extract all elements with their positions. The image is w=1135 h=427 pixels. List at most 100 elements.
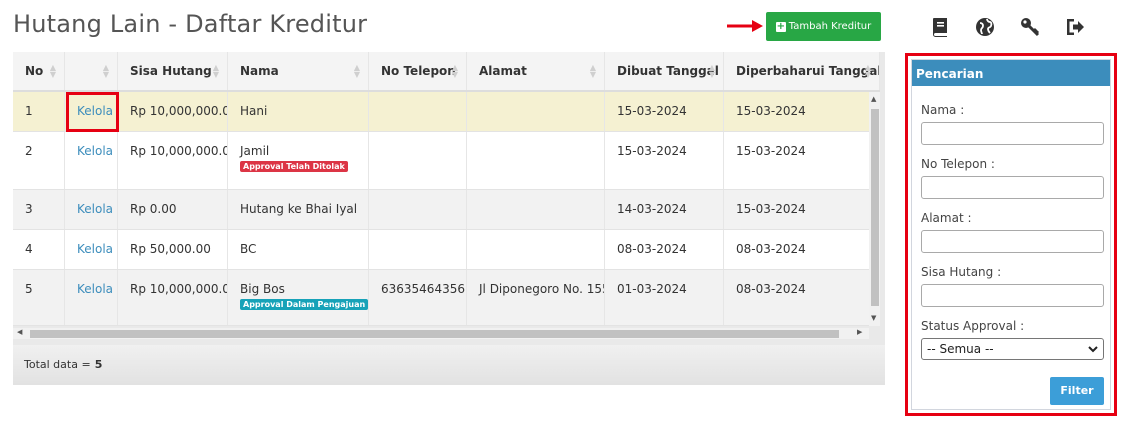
- table-row[interactable]: 5 Kelola Rp 10,000,000.00 Big Bos Approv…: [13, 270, 880, 326]
- cell-sisa-hutang: Rp 10,000,000.00: [118, 132, 228, 189]
- cell-nama: Hani: [228, 92, 369, 131]
- search-panel-title: Pencarian: [912, 60, 1110, 86]
- cell-no: 5: [13, 270, 65, 325]
- cell-no-telepon: 63635464356: [369, 270, 467, 325]
- cell-no-telepon: [369, 132, 467, 189]
- filter-button[interactable]: Filter: [1050, 377, 1104, 405]
- plus-icon: +: [775, 20, 786, 32]
- total-data-count: 5: [94, 358, 103, 371]
- no-telepon-label: No Telepon :: [921, 157, 995, 171]
- sort-icon: ▲ ▼: [451, 63, 458, 79]
- table-row[interactable]: 3 Kelola Rp 0.00 Hutang ke Bhai Iyal 14-…: [13, 190, 880, 230]
- column-header-action[interactable]: ▲ ▼: [65, 52, 118, 90]
- status-badge: Approval Dalam Pengajuan: [240, 299, 368, 310]
- column-header-no[interactable]: No ▲ ▼: [13, 52, 65, 90]
- cell-alamat: [467, 92, 605, 131]
- cell-sisa-hutang: Rp 50,000.00: [118, 230, 228, 269]
- no-telepon-input[interactable]: [921, 176, 1104, 199]
- cell-sisa-hutang: Rp 0.00: [118, 190, 228, 229]
- sort-icon: ▲ ▼: [708, 63, 715, 79]
- kelola-link[interactable]: Kelola: [65, 132, 118, 189]
- page-title: Hutang Lain - Daftar Kreditur: [13, 10, 368, 38]
- sort-icon: ▲ ▼: [589, 63, 596, 79]
- cell-no-telepon: [369, 92, 467, 131]
- status-badge: Approval Telah Ditolak: [240, 161, 348, 172]
- scroll-up-icon[interactable]: ▲: [871, 95, 876, 103]
- scroll-left-icon[interactable]: ◀: [17, 328, 22, 336]
- book-icon[interactable]: [928, 15, 956, 43]
- cell-nama: BC: [228, 230, 369, 269]
- column-header-sisa-hutang[interactable]: Sisa Hutang ▲ ▼: [118, 52, 228, 90]
- column-header-nama[interactable]: Nama ▲ ▼: [228, 52, 369, 90]
- total-data-label: Total data =: [24, 358, 91, 371]
- column-header-diperbaharui-tanggal[interactable]: Diperbaharui Tanggal ▲ ▼: [724, 52, 880, 90]
- kelola-link[interactable]: Kelola: [65, 270, 118, 325]
- search-panel: Pencarian Nama : No Telepon : Alamat : S…: [911, 59, 1111, 410]
- chevron-down-icon: [1088, 346, 1098, 353]
- add-kreditur-button[interactable]: + Tambah Kreditur: [766, 12, 881, 41]
- vertical-scrollbar[interactable]: ▲ ▼: [869, 92, 880, 326]
- cell-dibuat-tanggal: 01-03-2024: [605, 270, 724, 325]
- alamat-label: Alamat :: [921, 211, 972, 225]
- cell-dibuat-tanggal: 08-03-2024: [605, 230, 724, 269]
- vertical-scroll-thumb[interactable]: [871, 109, 879, 306]
- cell-nama: Big Bos Approval Dalam Pengajuan: [228, 270, 369, 325]
- cell-no: 1: [13, 92, 65, 131]
- kreditur-table-container: No ▲ ▼ ▲ ▼ Sisa Hutang ▲ ▼ Nama ▲ ▼ No Telepon ▲…: [13, 52, 885, 385]
- pointer-arrow-icon: [727, 20, 763, 32]
- nama-text: Big Bos: [240, 282, 285, 296]
- key-icon[interactable]: [1018, 15, 1046, 43]
- status-approval-value: -- Semua --: [927, 342, 994, 356]
- page: Hutang Lain - Daftar Kreditur + Tambah K…: [0, 0, 1135, 427]
- kelola-highlight-box: [66, 92, 119, 132]
- cell-dibuat-tanggal: 14-03-2024: [605, 190, 724, 229]
- cell-no: 3: [13, 190, 65, 229]
- globe-icon[interactable]: [973, 15, 1001, 43]
- column-header-no-telepon[interactable]: No Telepon ▲ ▼: [369, 52, 467, 90]
- cell-diperbaharui-tanggal: 15-03-2024: [724, 92, 880, 131]
- kelola-link[interactable]: Kelola: [65, 230, 118, 269]
- cell-alamat: [467, 132, 605, 189]
- cell-no-telepon: [369, 230, 467, 269]
- cell-diperbaharui-tanggal: 08-03-2024: [724, 230, 880, 269]
- table-header: No ▲ ▼ ▲ ▼ Sisa Hutang ▲ ▼ Nama ▲ ▼ No Telepon ▲…: [13, 52, 880, 92]
- sort-icon: ▲ ▼: [212, 63, 219, 79]
- cell-alamat: [467, 230, 605, 269]
- cell-dibuat-tanggal: 15-03-2024: [605, 132, 724, 189]
- cell-diperbaharui-tanggal: 15-03-2024: [724, 132, 880, 189]
- sort-icon: ▲ ▼: [864, 63, 871, 79]
- sisa-hutang-input[interactable]: [921, 284, 1104, 307]
- cell-diperbaharui-tanggal: 15-03-2024: [724, 190, 880, 229]
- sort-icon: ▲ ▼: [102, 63, 109, 79]
- top-icon-bar: [928, 15, 1108, 43]
- table-row[interactable]: 4 Kelola Rp 50,000.00 BC 08-03-2024 08-0…: [13, 230, 880, 270]
- nama-input[interactable]: [921, 122, 1104, 145]
- kelola-link[interactable]: Kelola: [65, 190, 118, 229]
- cell-diperbaharui-tanggal: 08-03-2024: [724, 270, 880, 325]
- column-header-alamat[interactable]: Alamat ▲ ▼: [467, 52, 605, 90]
- cell-nama: Hutang ke Bhai Iyal: [228, 190, 369, 229]
- cell-no-telepon: [369, 190, 467, 229]
- status-approval-label: Status Approval :: [921, 319, 1025, 333]
- cell-no: 4: [13, 230, 65, 269]
- alamat-input[interactable]: [921, 230, 1104, 253]
- kreditur-table: No ▲ ▼ ▲ ▼ Sisa Hutang ▲ ▼ Nama ▲ ▼ No Telepon ▲…: [13, 52, 880, 326]
- horizontal-scrollbar[interactable]: ◀ ▶: [13, 328, 869, 339]
- sisa-hutang-label: Sisa Hutang :: [921, 265, 1002, 279]
- table-row[interactable]: 1 Kelola Rp 10,000,000.00 Hani 15-03-202…: [13, 92, 880, 132]
- search-highlight-box: Pencarian Nama : No Telepon : Alamat : S…: [905, 53, 1117, 416]
- scroll-right-icon[interactable]: ▶: [857, 328, 862, 336]
- column-header-dibuat-tanggal[interactable]: Dibuat Tanggal ▲ ▼: [605, 52, 724, 90]
- cell-sisa-hutang: Rp 10,000,000.00: [118, 270, 228, 325]
- cell-alamat: Jl Diponegoro No. 155: [467, 270, 605, 325]
- cell-no: 2: [13, 132, 65, 189]
- nama-label: Nama :: [921, 103, 965, 117]
- cell-sisa-hutang: Rp 10,000,000.00: [118, 92, 228, 131]
- cell-alamat: [467, 190, 605, 229]
- table-row[interactable]: 2 Kelola Rp 10,000,000.00 Jamil Approval…: [13, 132, 880, 190]
- status-approval-select[interactable]: -- Semua --: [921, 338, 1104, 360]
- scroll-down-icon[interactable]: ▼: [871, 314, 876, 322]
- logout-icon[interactable]: [1063, 15, 1091, 43]
- table-footer: Total data = 5: [13, 345, 885, 385]
- horizontal-scroll-thumb[interactable]: [30, 330, 839, 338]
